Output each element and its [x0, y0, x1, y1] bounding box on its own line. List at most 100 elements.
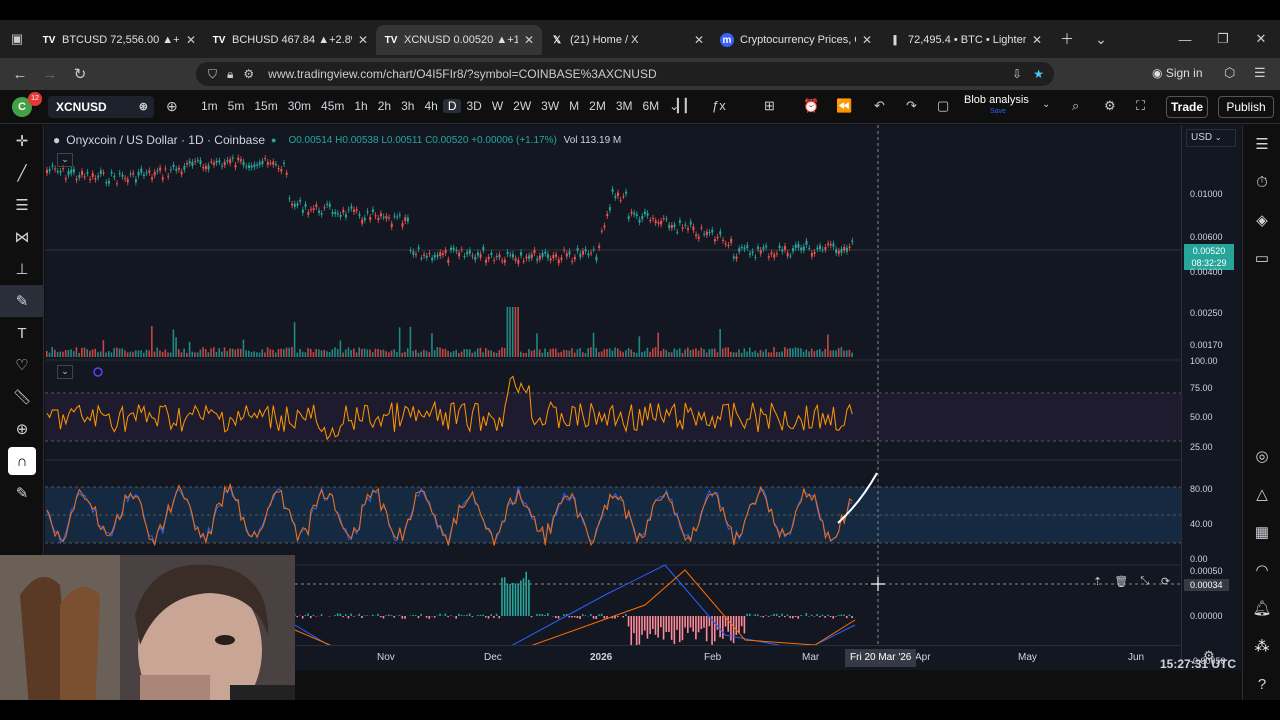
crosshair-icon[interactable]: ✛ [0, 125, 44, 157]
browser-tab[interactable]: TV BCHUSD 467.84 ▲+2.8% B ✕ [204, 25, 376, 55]
text-icon[interactable]: T [0, 317, 44, 349]
timeframe-2h[interactable]: 2h [373, 99, 396, 113]
collapse-icon[interactable]: ⌄ [57, 365, 73, 379]
timeframe-2M[interactable]: 2M [584, 99, 611, 113]
close-icon[interactable]: ✕ [694, 33, 704, 47]
close-icon[interactable]: ✕ [186, 33, 196, 47]
replay-icon[interactable]: ⏪ [836, 98, 852, 114]
volume-bar [773, 347, 775, 357]
currency-selector[interactable]: USD ⌄ [1186, 129, 1236, 147]
minimize-icon[interactable]: — [1166, 32, 1204, 47]
close-icon[interactable]: ✕ [1032, 33, 1042, 47]
fullscreen-icon[interactable]: ⛶ [1136, 98, 1145, 114]
back-icon[interactable]: ← [5, 66, 35, 83]
chevron-down-icon[interactable]: ⌄ [1084, 31, 1118, 48]
calendar-icon[interactable]: ▦ [1243, 513, 1280, 551]
symbol-search[interactable]: XCNUSD ⊛ [48, 96, 154, 118]
close-icon[interactable]: ✕ [524, 33, 534, 47]
timeframe-3W[interactable]: 3W [536, 99, 564, 113]
grid-dots-icon[interactable]: ⁂ [1243, 627, 1280, 665]
signin-button[interactable]: ◉ Sign in [1152, 66, 1203, 80]
extensions-icon[interactable]: ⬡ [1224, 65, 1235, 81]
candle-body [229, 159, 232, 164]
tab-actions-icon[interactable]: ▣ [0, 20, 34, 58]
timeframe-1m[interactable]: 1m [196, 99, 223, 113]
restore-icon[interactable]: ❐ [1204, 31, 1242, 47]
timeframe-W[interactable]: W [487, 99, 508, 113]
timeframe-4h[interactable]: 4h [419, 99, 442, 113]
brush-icon[interactable]: ✎ [0, 285, 44, 317]
url-field[interactable]: ⛉ 🔒︎ ⚙ www.tradingview.com/chart/O4I5FIr… [196, 62, 1054, 86]
timeframe-D[interactable]: D [442, 99, 462, 113]
maximize-pane-icon[interactable]: ⤡ [1140, 575, 1149, 588]
trade-button[interactable]: Trade [1166, 96, 1208, 118]
timeframe-3h[interactable]: 3h [396, 99, 419, 113]
undo-icon[interactable]: ↶ [874, 98, 885, 114]
timeframe-5m[interactable]: 5m [223, 99, 250, 113]
trendline-icon[interactable]: ╱ [0, 157, 44, 189]
layout-icon[interactable]: ⊞ [764, 98, 775, 114]
menu-icon[interactable]: ☰ [1254, 65, 1266, 81]
price-axis[interactable]: USD ⌄ 0.01000 0.00600 0.00520 08:32:29 0… [1181, 125, 1241, 670]
help-icon[interactable]: ? [1243, 665, 1280, 703]
trash-icon[interactable]: 🗑︎ [1114, 575, 1128, 588]
alert-icon[interactable]: ⏰ [803, 98, 819, 114]
add-symbol-icon[interactable]: ⊕ [166, 98, 178, 115]
heart-icon[interactable]: ♡ [0, 349, 44, 381]
stream-icon[interactable]: ◠ [1243, 551, 1280, 589]
close-icon[interactable]: ✕ [862, 33, 872, 47]
alerts-clock-icon[interactable]: ⏱ [1243, 163, 1280, 201]
close-window-icon[interactable]: ✕ [1242, 31, 1280, 47]
notification-icon[interactable]: 🔔︎ [1243, 589, 1280, 627]
settings-icon[interactable]: ⚙ [1104, 98, 1116, 114]
zoom-icon[interactable]: ⊕ [0, 413, 44, 445]
volume-bar [792, 348, 794, 357]
pattern-icon[interactable]: ⋈ [0, 221, 44, 253]
forward-icon[interactable]: → [35, 66, 65, 83]
fib-icon[interactable]: ☰ [0, 189, 44, 221]
publish-button[interactable]: Publish [1218, 96, 1274, 118]
browser-tab[interactable]: ∥ 72,495.4 • BTC • Lighter ✕ [880, 25, 1050, 55]
layers-icon[interactable]: ◈ [1243, 201, 1280, 239]
collapse-icon[interactable]: ⌄ [57, 153, 73, 167]
redo-icon[interactable]: ↷ [906, 98, 917, 114]
timeframe-15m[interactable]: 15m [249, 99, 282, 113]
browser-tab[interactable]: TV BTCUSD 72,556.00 ▲+2.87% ✕ [34, 25, 204, 55]
move-up-icon[interactable]: ⇡ [1093, 575, 1102, 588]
compare-icon[interactable]: ⊛ [139, 100, 148, 113]
install-icon[interactable]: ⇩ [1012, 67, 1022, 81]
timeframe-3M[interactable]: 3M [611, 99, 638, 113]
reload-icon[interactable]: ↻ [65, 65, 95, 83]
site-settings-icon[interactable]: ⚙ [243, 67, 254, 81]
browser-tab-active[interactable]: TV XCNUSD 0.00520 ▲+1.17% ✕ [376, 25, 542, 55]
volume-bar [616, 348, 619, 357]
star-icon[interactable]: ★ [1033, 67, 1044, 81]
new-tab-icon[interactable]: ＋ [1050, 29, 1084, 49]
close-icon[interactable]: ✕ [358, 33, 368, 47]
ideas-icon[interactable]: △ [1243, 475, 1280, 513]
candle-type-icon[interactable]: ┃┃ [674, 98, 690, 114]
watchlist-icon[interactable]: ☰ [1243, 125, 1280, 163]
chevron-down-icon[interactable]: ⌄ [1042, 99, 1050, 110]
eye-icon[interactable]: ● [53, 133, 60, 147]
timeframe-1h[interactable]: 1h [349, 99, 372, 113]
layout-name-button[interactable]: Blob analysis Save [964, 95, 1029, 117]
magnet-icon[interactable]: ∩ [8, 447, 36, 475]
target-icon[interactable]: ◎ [1243, 437, 1280, 475]
timeframe-3D[interactable]: 3D [461, 99, 486, 113]
timeframe-30m[interactable]: 30m [283, 99, 316, 113]
browser-tab[interactable]: m Cryptocurrency Prices, Char ✕ [712, 25, 880, 55]
timeframe-6M[interactable]: 6M [638, 99, 665, 113]
projection-icon[interactable]: ⊥ [0, 253, 44, 285]
timeframe-45m[interactable]: 45m [316, 99, 349, 113]
pencil-lock-icon[interactable]: ✎ [0, 477, 44, 509]
ruler-icon[interactable]: 📏︎ [0, 381, 44, 413]
chat-icon[interactable]: ▭ [1243, 239, 1280, 277]
settings-pane-icon[interactable]: ⟳ [1161, 575, 1170, 588]
browser-tab[interactable]: 𝕏 (21) Home / X ✕ [542, 25, 712, 55]
layout-square-icon[interactable]: ▢ [937, 98, 949, 114]
timeframe-2W[interactable]: 2W [508, 99, 536, 113]
indicators-icon[interactable]: ƒx [712, 98, 726, 113]
timeframe-M[interactable]: M [564, 99, 584, 113]
search-icon[interactable]: ⌕ [1072, 98, 1079, 114]
